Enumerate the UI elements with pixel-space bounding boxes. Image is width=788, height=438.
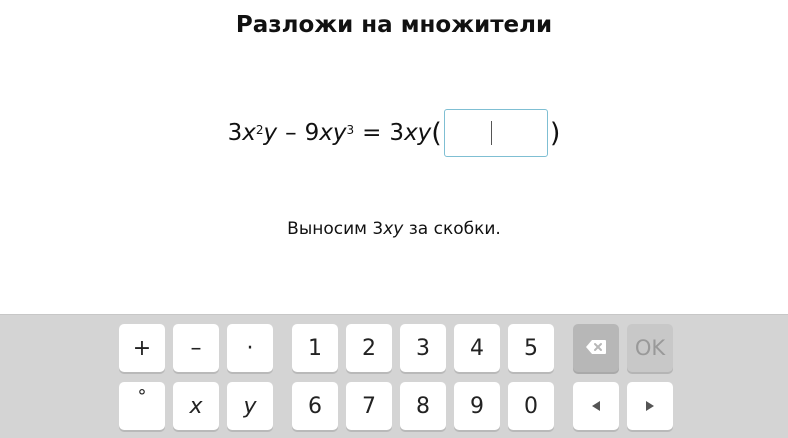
hint-suffix: за скобки. xyxy=(408,219,501,239)
key-2[interactable]: 2 xyxy=(346,324,392,372)
eq-coef-3: 3 xyxy=(389,120,405,146)
hint-vars: xy xyxy=(383,219,404,239)
key-y[interactable]: y xyxy=(227,382,273,430)
key-0[interactable]: 0 xyxy=(508,382,554,430)
answer-input[interactable] xyxy=(443,109,548,157)
key-5[interactable]: 5 xyxy=(508,324,554,372)
task-title: Разложи на множители xyxy=(235,12,553,38)
eq-exponent-2: 2 xyxy=(255,123,264,137)
eq-var-x: x xyxy=(242,120,256,146)
key-backspace[interactable] xyxy=(573,324,619,372)
hint-coef: 3 xyxy=(372,219,384,239)
key-cursor-left[interactable] xyxy=(573,382,619,430)
key-degree[interactable]: ° xyxy=(119,382,165,430)
key-9[interactable]: 9 xyxy=(454,382,500,430)
hint-text: Выносим 3xy за скобки. xyxy=(0,219,788,239)
eq-close-paren: ) xyxy=(549,117,561,149)
text-caret xyxy=(490,121,492,145)
hint-prefix: Выносим xyxy=(287,219,367,239)
key-8[interactable]: 8 xyxy=(400,382,446,430)
key-x[interactable]: x xyxy=(173,382,219,430)
key-4[interactable]: 4 xyxy=(454,324,500,372)
right-arrow-icon xyxy=(644,397,656,416)
eq-coef-2: 9 xyxy=(304,120,320,146)
backspace-icon xyxy=(585,336,607,361)
key-plus[interactable]: + xyxy=(119,324,165,372)
key-6[interactable]: 6 xyxy=(292,382,338,430)
key-ok[interactable]: OK xyxy=(627,324,673,372)
key-7[interactable]: 7 xyxy=(346,382,392,430)
eq-var-xy: xy xyxy=(319,120,347,146)
on-screen-keyboard: + – · 1 2 3 4 5 OK ° x y 6 7 8 9 0 xyxy=(0,314,788,438)
equation: 3 x 2 y – 9 xy 3 = 3 xy ( ) xyxy=(0,108,788,158)
eq-var-y: y xyxy=(263,120,278,146)
eq-open-paren: ( xyxy=(431,117,442,149)
key-3[interactable]: 3 xyxy=(400,324,446,372)
eq-var-xy-factor: xy xyxy=(404,120,432,146)
eq-exponent-3: 3 xyxy=(346,123,355,137)
left-arrow-icon xyxy=(590,397,602,416)
key-minus[interactable]: – xyxy=(173,324,219,372)
key-multiply-dot[interactable]: · xyxy=(227,324,273,372)
key-cursor-right[interactable] xyxy=(627,382,673,430)
eq-coef-1: 3 xyxy=(227,120,243,146)
eq-equals-sign: = xyxy=(362,120,382,146)
eq-minus-sign: – xyxy=(285,120,297,146)
page: Разложи на множители 3 x 2 y – 9 xy 3 = … xyxy=(0,0,788,438)
key-1[interactable]: 1 xyxy=(292,324,338,372)
